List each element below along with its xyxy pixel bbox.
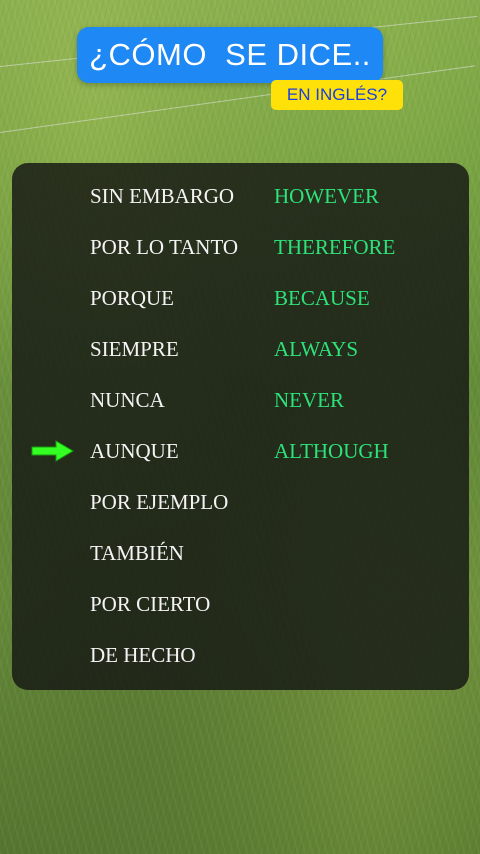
spanish-word: POR LO TANTO xyxy=(90,235,239,259)
english-translation: ALWAYS xyxy=(274,337,359,361)
right-arrow-icon xyxy=(31,440,74,462)
vocab-row: NUNCA NEVER xyxy=(12,383,469,417)
spanish-word: AUNQUE xyxy=(90,439,179,463)
spanish-word: NUNCA xyxy=(90,388,165,412)
vocab-row-current: AUNQUE ALTHOUGH xyxy=(12,434,469,468)
vocab-row: SIEMPRE ALWAYS xyxy=(12,332,469,366)
subtitle-banner: EN INGLÉS? xyxy=(271,80,403,110)
vocab-row: PORQUE BECAUSE xyxy=(12,281,469,315)
english-translation: BECAUSE xyxy=(274,286,370,310)
vocab-row: POR EJEMPLO xyxy=(12,485,469,519)
english-translation: THEREFORE xyxy=(274,235,396,259)
spanish-word: TAMBIÉN xyxy=(90,541,184,565)
vocab-row: TAMBIÉN xyxy=(12,536,469,570)
vocab-row: SIN EMBARGO HOWEVER xyxy=(12,179,469,213)
vocabulary-panel: SIN EMBARGO HOWEVER POR LO TANTO THEREFO… xyxy=(12,163,469,690)
spanish-word: PORQUE xyxy=(90,286,175,310)
title-banner: ¿CÓMO SE DICE.. xyxy=(77,27,383,83)
english-translation: HOWEVER xyxy=(274,184,379,208)
spanish-word: SIEMPRE xyxy=(90,337,179,361)
spanish-word: POR CIERTO xyxy=(90,592,211,616)
spanish-word: DE HECHO xyxy=(90,643,196,667)
vocab-row: POR CIERTO xyxy=(12,587,469,621)
spanish-word: POR EJEMPLO xyxy=(90,490,229,514)
english-translation: ALTHOUGH xyxy=(274,439,389,463)
vocab-row: POR LO TANTO THEREFORE xyxy=(12,230,469,264)
spanish-word: SIN EMBARGO xyxy=(90,184,235,208)
subtitle-text: EN INGLÉS? xyxy=(286,85,388,104)
vocab-row: DE HECHO xyxy=(12,638,469,672)
title-text: ¿CÓMO SE DICE.. xyxy=(89,37,371,72)
english-translation: NEVER xyxy=(274,388,344,412)
